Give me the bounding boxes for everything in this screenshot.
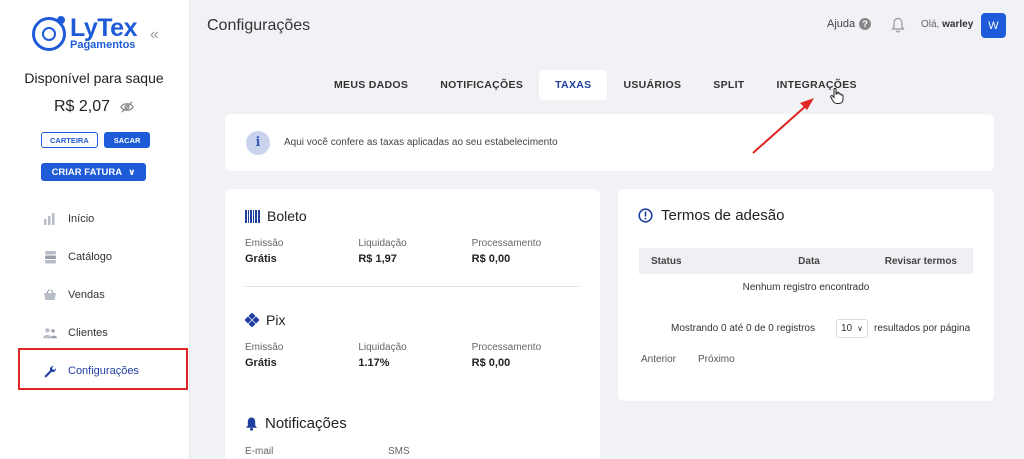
user-greeting[interactable]: Olá, warley [921,19,973,30]
catalog-icon [43,250,57,264]
users-icon [43,326,57,340]
fee-value: 1.17% [358,357,390,369]
empty-state: Nenhum registro encontrado [742,282,870,293]
fee-label: E-mail [245,446,274,457]
tab-integracoes[interactable]: INTEGRAÇÕES [761,70,873,100]
lytex-logo[interactable]: LyTex Pagamentos [32,14,137,51]
basket-icon [43,288,57,302]
fee-label: Emissão [245,238,284,249]
records-info: Mostrando 0 até 0 de 0 registros [671,323,815,334]
alert-circle-icon [638,208,653,223]
page-size-control: 10 ∨ resultados por página [836,319,970,338]
wallet-button[interactable]: CARTEIRA [41,132,98,148]
eye-off-icon[interactable] [120,100,134,114]
sidebar-item-catalogo[interactable]: Catálogo [0,238,188,276]
sidebar-item-vendas[interactable]: Vendas [0,276,188,314]
prev-page-button[interactable]: Anterior [641,354,676,365]
pix-title: Pix [266,312,286,328]
fee-label: Liquidação [358,342,407,353]
section-divider [245,286,579,287]
pix-fees: Emissão Grátis Liquidação 1.17% Processame… [245,342,585,369]
notification-fees: E-mail SMS [245,446,585,457]
notifications-section-title: Notificações [245,415,347,432]
tab-usuarios[interactable]: USUÁRIOS [607,70,697,100]
terms-table-header: Status Data Revisar termos [639,248,973,274]
create-invoice-button[interactable]: CRIAR FATURA ∨ [41,163,146,181]
question-icon: ? [859,18,872,30]
sidebar-item-label: Vendas [68,289,105,301]
info-banner: i Aqui você confere as taxas aplicadas a… [225,114,994,171]
boleto-fees: Emissão Grátis Liquidação R$ 1,97 Processa… [245,238,585,265]
hand-cursor-icon [830,88,844,104]
fee-label: Processamento [471,238,542,249]
logo-name: LyTex [70,14,137,42]
column-review-terms[interactable]: Revisar termos [859,256,973,267]
fee-value: Grátis [245,357,277,369]
balance-value: R$ 2,07 [53,98,111,115]
pagination: Anterior Próximo [641,354,735,365]
logo-sub: Pagamentos [70,39,136,51]
bar-chart-icon [43,212,57,226]
fees-card: Boleto Emissão Grátis Liquidação R$ 1,97 P… [225,189,600,459]
sidebar-item-inicio[interactable]: Início [0,200,188,238]
tab-notificacoes[interactable]: NOTIFICAÇÕES [424,70,539,100]
page-title: Configurações [207,17,311,34]
boleto-section-title: Boleto [245,208,307,224]
barcode-icon [245,209,260,223]
fee-label: Processamento [471,342,542,353]
chevron-down-icon: ∨ [128,166,136,177]
bell-icon[interactable] [891,17,905,33]
chevron-down-icon: ∨ [857,324,863,333]
avatar[interactable]: W [981,13,1006,38]
tab-meus-dados[interactable]: MEUS DADOS [318,70,424,100]
page-size-value: 10 [841,323,853,334]
terms-title: Termos de adesão [638,207,784,224]
sidebar-item-label: Clientes [68,327,108,339]
help-link[interactable]: Ajuda ? [827,18,872,30]
next-page-button[interactable]: Próximo [698,354,735,365]
notifications-title: Notificações [265,415,347,432]
fee-value: R$ 0,00 [471,253,511,265]
info-icon: i [246,130,270,155]
create-invoice-label: CRIAR FATURA [51,166,123,178]
info-text: Aqui você confere as taxas aplicadas ao … [284,137,558,148]
balance-label: Disponível para saque [24,70,164,86]
fee-label: SMS [388,446,410,457]
pix-icon [245,313,259,327]
boleto-title: Boleto [267,208,307,224]
pix-section-title: Pix [245,312,285,328]
fee-value: Grátis [245,253,277,265]
help-label: Ajuda [827,18,856,30]
terms-title-text: Termos de adesão [661,207,785,224]
withdraw-button[interactable]: SACAR [103,132,151,148]
sidebar-item-label: Início [68,213,95,225]
fee-label: Emissão [245,342,284,353]
tab-taxas[interactable]: TAXAS [539,70,608,100]
sidebar-item-label: Catálogo [68,251,113,263]
column-date[interactable]: Data [759,256,859,267]
sidebar: LyTex Pagamentos « Disponível para saque… [0,0,190,459]
settings-tabs: MEUS DADOS NOTIFICAÇÕES TAXAS USUÁRIOS S… [318,70,873,100]
column-status[interactable]: Status [639,256,759,267]
bell-icon [246,417,257,431]
fee-label: Liquidação [358,238,407,249]
page-size-select[interactable]: 10 ∨ [836,319,868,338]
logo-mark-icon [32,15,66,51]
greeting-text: Olá, [921,19,940,30]
tab-split[interactable]: SPLIT [697,70,760,100]
annotation-highlight-box [18,348,188,390]
collapse-sidebar-icon[interactable]: « [150,26,159,44]
terms-card: Termos de adesão Status Data Revisar ter… [618,189,994,401]
per-page-label: resultados por página [874,323,971,334]
user-name: warley [942,19,974,30]
fee-value: R$ 0,00 [471,357,511,369]
fee-value: R$ 1,97 [358,253,397,265]
sidebar-item-clientes[interactable]: Clientes [0,314,188,352]
